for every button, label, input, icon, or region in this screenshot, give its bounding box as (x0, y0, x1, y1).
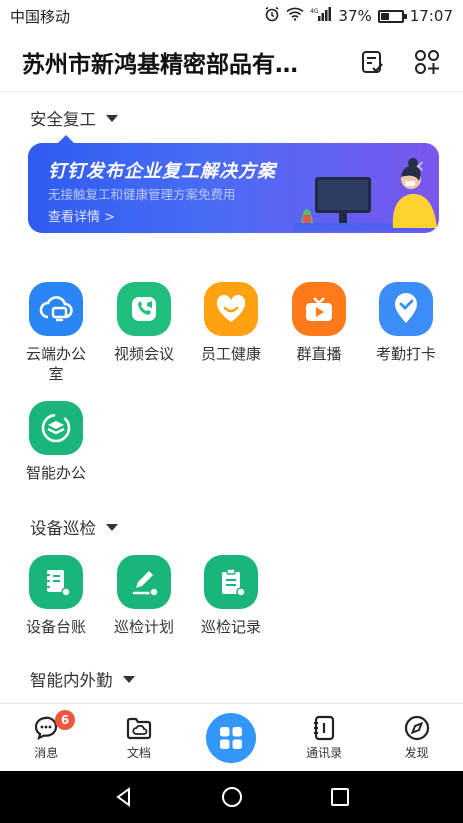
signal-icon: 4G (310, 7, 332, 25)
edit-checklist-icon[interactable] (353, 42, 393, 82)
app-smart-office[interactable]: 智能办公 (16, 401, 96, 483)
app-label: 员工健康 (200, 345, 261, 363)
heart-smile-icon (204, 282, 258, 336)
battery-percent: 37% (338, 7, 372, 25)
ledger-icon (29, 555, 83, 609)
section-title: 安全复工 (30, 110, 96, 129)
app-label: 巡检计划 (113, 618, 174, 636)
caret-down-icon (106, 523, 118, 531)
app-equipment-ledger[interactable]: 设备台账 (16, 555, 96, 637)
app-group-live[interactable]: 群直播 (279, 282, 359, 364)
app-grid-icon (220, 726, 243, 749)
wifi-icon (286, 7, 304, 25)
home-icon[interactable] (220, 785, 244, 809)
app-inspection-plan[interactable]: 巡检计划 (104, 555, 184, 637)
recents-icon[interactable] (329, 786, 351, 808)
banner-details-link[interactable]: 查看详情 > (48, 206, 115, 225)
system-nav-bar (0, 771, 463, 823)
organization-name[interactable]: 苏州市新鸿基精密部品有… (22, 45, 339, 79)
app-attendance[interactable]: 考勤打卡 (366, 282, 446, 364)
app-cloud-office[interactable]: 云端办公室 (16, 282, 96, 384)
section-title: 设备巡检 (30, 519, 96, 538)
folder-cloud-icon (126, 717, 151, 739)
location-check-icon (379, 282, 433, 336)
app-label: 考勤打卡 (375, 345, 436, 363)
tv-live-icon (292, 282, 346, 336)
banner-illustration (293, 158, 439, 231)
status-bar: 中国移动 4G 37% 17:07 (0, 0, 463, 32)
alarm-icon (264, 6, 280, 26)
tab-label: 文档 (126, 745, 151, 760)
tab-workbench[interactable] (185, 704, 278, 771)
workbench-button[interactable] (206, 712, 257, 763)
tab-label: 通讯录 (306, 745, 343, 760)
app-label: 云端办公室 (25, 345, 86, 383)
caret-down-icon (122, 675, 135, 683)
promo-banner[interactable]: 钉钉发布企业复工解决方案 无接触复工和健康管理方案免费用 查看详情 > ✕ (28, 143, 439, 233)
app-video-meeting[interactable]: 视频会议 (104, 282, 184, 364)
tab-discover[interactable]: 发现 (370, 704, 463, 771)
section-equipment-inspection[interactable]: 设备巡检 (30, 515, 118, 539)
app-label: 智能办公 (25, 464, 86, 482)
clipboard-icon (204, 555, 258, 609)
network-type: 4G (310, 8, 319, 15)
back-icon[interactable] (113, 786, 135, 808)
app-label: 巡检记录 (200, 618, 261, 636)
app-label: 设备台账 (25, 618, 86, 636)
battery-icon (377, 9, 407, 23)
cloud-office-icon (29, 282, 83, 336)
app-label: 视频会议 (113, 345, 174, 363)
section-smart-field-work[interactable]: 智能内外勤 (30, 667, 135, 691)
contacts-book-icon (314, 715, 335, 740)
unread-badge: 6 (55, 710, 75, 730)
tab-documents[interactable]: 文档 (93, 704, 186, 771)
carrier-name: 中国移动 (10, 7, 71, 26)
video-call-icon (117, 282, 171, 336)
banner-title: 钉钉发布企业复工解决方案 (48, 161, 276, 182)
tab-label: 发现 (404, 745, 429, 760)
app-inspection-record[interactable]: 巡检记录 (191, 555, 271, 637)
tab-messages[interactable]: 6 消息 (0, 704, 93, 771)
app-employee-health[interactable]: 员工健康 (191, 282, 271, 364)
banner-subtitle: 无接触复工和健康管理方案免费用 (48, 187, 236, 202)
app-label: 群直播 (296, 345, 342, 363)
app-grid-add-icon[interactable] (407, 42, 447, 82)
app-header: 苏州市新鸿基精密部品有… (0, 32, 463, 92)
pen-plan-icon (117, 555, 171, 609)
layers-icon (29, 401, 83, 455)
compass-icon (404, 715, 429, 740)
clock: 17:07 (409, 7, 453, 25)
section-safety-return[interactable]: 安全复工 (30, 106, 118, 130)
caret-down-icon (106, 114, 118, 122)
section-title: 智能内外勤 (30, 671, 113, 690)
tab-contacts[interactable]: 通讯录 (278, 704, 371, 771)
tab-label: 消息 (34, 745, 59, 760)
bottom-tab-bar: 6 消息 文档 通讯录 发现 (0, 703, 463, 771)
